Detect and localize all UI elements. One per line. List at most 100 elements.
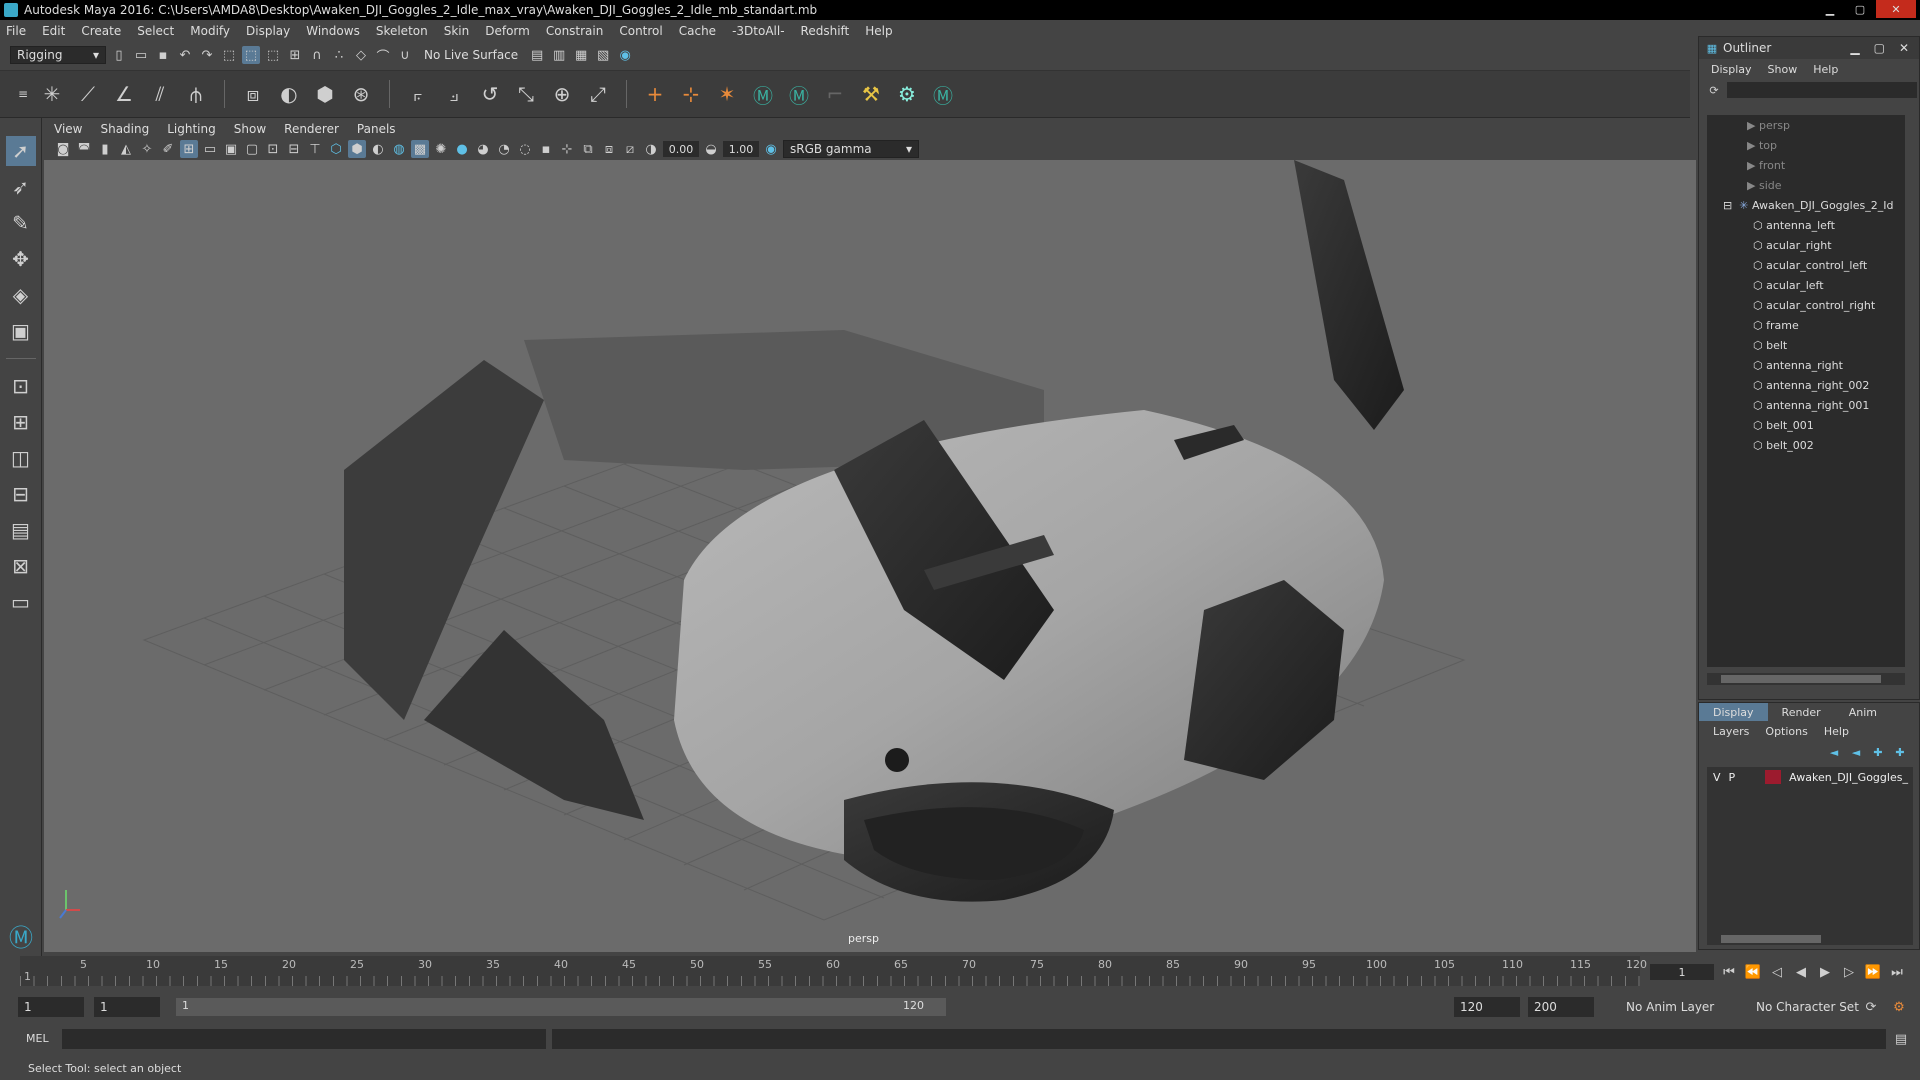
gamma-field[interactable]: 1.00 (723, 141, 759, 157)
undo-icon[interactable]: ↶ (176, 46, 194, 64)
script-editor-icon[interactable]: ▤ (1892, 1030, 1910, 1048)
grease-pencil-icon[interactable]: ✐ (159, 140, 177, 158)
maya-m-icon[interactable]: Ⓜ (749, 80, 777, 108)
two-d-pan-icon[interactable]: ✧ (138, 140, 156, 158)
move-layer-up-icon[interactable]: ◄ (1827, 743, 1841, 761)
gamma-icon[interactable]: ◒ (702, 140, 720, 158)
command-input[interactable] (62, 1029, 546, 1049)
panel-menu-renderer[interactable]: Renderer (284, 122, 339, 136)
mode-dropdown[interactable]: Rigging ▾ (10, 46, 106, 64)
paint-weights-icon[interactable]: ◐ (275, 80, 303, 108)
lasso-tool-icon[interactable]: ➶ (6, 172, 36, 202)
snap-plane-icon[interactable]: ◇ (352, 46, 370, 64)
outliner-layout-icon[interactable]: ⊟ (6, 479, 36, 509)
menu-cache[interactable]: Cache (679, 24, 716, 38)
safe-action-icon[interactable]: ⊟ (285, 140, 303, 158)
hypershade-icon[interactable]: ◉ (616, 46, 634, 64)
refresh-icon[interactable]: ⟳ (1707, 81, 1721, 99)
anim-layer-dropdown[interactable]: No Anim Layer (1620, 997, 1740, 1017)
play-forward-icon[interactable]: ▶ (1816, 963, 1834, 981)
current-frame-field[interactable]: 1 (1650, 964, 1714, 980)
color-management-icon[interactable]: ◉ (762, 140, 780, 158)
viewport-persp[interactable]: persp (44, 160, 1696, 952)
snap-point-icon[interactable]: ∴ (330, 46, 348, 64)
move-layer-down-icon[interactable]: ◄ (1849, 743, 1863, 761)
menu-modify[interactable]: Modify (190, 24, 230, 38)
outliner-item-mesh[interactable]: ⬡ antenna_right_001 (1707, 395, 1905, 415)
layer-color-swatch[interactable] (1765, 770, 1782, 784)
four-view-icon[interactable]: ⊞ (6, 407, 36, 437)
outliner-item-mesh[interactable]: ⬡ antenna_left (1707, 215, 1905, 235)
outliner-item-mesh[interactable]: ⬡ belt (1707, 335, 1905, 355)
camera-attr-icon[interactable]: ◚ (75, 140, 93, 158)
auto-key-icon[interactable]: ⟳ (1862, 998, 1880, 1016)
xray-icon[interactable]: ⊹ (558, 140, 576, 158)
shadows-icon[interactable]: ✺ (432, 140, 450, 158)
menu-control[interactable]: Control (619, 24, 662, 38)
layer-row[interactable]: V P Awaken_DJI_Goggles_ (1707, 767, 1913, 787)
lattice-icon[interactable]: ⬢ (311, 80, 339, 108)
safe-title-icon[interactable]: ⊤ (306, 140, 324, 158)
ik-spline-icon[interactable]: ∠ (110, 80, 138, 108)
parent-constraint-icon[interactable]: ⊕ (548, 80, 576, 108)
outliner-item-mesh[interactable]: ⬡ acular_left (1707, 275, 1905, 295)
maximize-icon[interactable]: ▢ (1846, 0, 1874, 18)
bookmark-icon[interactable]: ▮ (96, 140, 114, 158)
xray-active-icon[interactable]: ⧈ (600, 140, 618, 158)
make-live-icon[interactable]: ∪ (396, 46, 414, 64)
redo-icon[interactable]: ↷ (198, 46, 216, 64)
menu-deform[interactable]: Deform (485, 24, 530, 38)
outliner-item-camera[interactable]: ▶ persp (1707, 115, 1905, 135)
menu-skin[interactable]: Skin (444, 24, 470, 38)
cluster-icon[interactable]: ⊛ (347, 80, 375, 108)
menu-help[interactable]: Help (865, 24, 892, 38)
film-gate-icon[interactable]: ▭ (201, 140, 219, 158)
hik-icon[interactable]: ⊹ (677, 80, 705, 108)
outliner-item-mesh[interactable]: ⬡ antenna_right_002 (1707, 375, 1905, 395)
step-back-frame-icon[interactable]: ◁ (1768, 963, 1786, 981)
backface-icon[interactable]: ⧄ (621, 140, 639, 158)
time-slider[interactable]: 1 5 10 15 20 25 30 35 40 45 50 55 60 65 … (20, 956, 1647, 986)
select-object-icon[interactable]: ⬚ (242, 46, 260, 64)
field-chart-icon[interactable]: ⊡ (264, 140, 282, 158)
gate-mask-icon[interactable]: ▢ (243, 140, 261, 158)
smooth-shade-icon[interactable]: ⬢ (348, 140, 366, 158)
maya-m2-icon[interactable]: Ⓜ (785, 80, 813, 108)
outliner-item-mesh[interactable]: ⬡ frame (1707, 315, 1905, 335)
scale-tool-icon[interactable]: ▣ (6, 316, 36, 346)
outliner-item-mesh[interactable]: ⬡ acular_control_right (1707, 295, 1905, 315)
graph-layout-icon[interactable]: ▤ (6, 515, 36, 545)
locator-icon[interactable]: + (641, 80, 669, 108)
go-to-end-icon[interactable]: ⏭ (1888, 963, 1906, 981)
outliner-item-group[interactable]: ⊟ ✳ Awaken_DJI_Goggles_2_Id (1707, 195, 1905, 215)
outliner-item-mesh[interactable]: ⬡ acular_control_left (1707, 255, 1905, 275)
menu-display[interactable]: Display (246, 24, 290, 38)
mirror-joint-icon[interactable]: ⫛ (182, 80, 210, 108)
panel-menu-shading[interactable]: Shading (100, 122, 149, 136)
snap-surface-icon[interactable]: ⌒ (374, 46, 392, 65)
paint-select-icon[interactable]: ✎ (6, 208, 36, 238)
menu-skeleton[interactable]: Skeleton (376, 24, 428, 38)
snap-curve-icon[interactable]: ∩ (308, 46, 326, 64)
exposure-field[interactable]: 0.00 (663, 141, 699, 157)
orient-constraint-icon[interactable]: ↺ (476, 80, 504, 108)
step-forward-frame-icon[interactable]: ▷ (1840, 963, 1858, 981)
scrollbar-thumb[interactable] (1721, 935, 1821, 943)
outliner-menu-show[interactable]: Show (1768, 63, 1798, 76)
grid-icon[interactable]: ⊞ (180, 140, 198, 158)
menu-windows[interactable]: Windows (306, 24, 360, 38)
panel-menu-show[interactable]: Show (234, 122, 266, 136)
menu-3dtoall[interactable]: -3DtoAll- (732, 24, 784, 38)
outliner-item-mesh[interactable]: ⬡ belt_002 (1707, 435, 1905, 455)
render-settings-icon[interactable]: ▤ (528, 46, 546, 64)
image-plane-icon[interactable]: ◭ (117, 140, 135, 158)
ipr-render-icon[interactable]: ▦ (572, 46, 590, 64)
select-tool-icon[interactable]: ➚ (5, 136, 36, 166)
tab-render[interactable]: Render (1768, 703, 1835, 721)
new-scene-icon[interactable]: ▯ (110, 46, 128, 64)
color-space-dropdown[interactable]: sRGB gamma ▾ (783, 140, 919, 158)
outliner-item-mesh[interactable]: ⬡ belt_001 (1707, 415, 1905, 435)
save-scene-icon[interactable]: ▪ (154, 46, 172, 64)
close-icon[interactable]: ✕ (1876, 0, 1916, 18)
layer-h-scrollbar[interactable] (1707, 933, 1913, 945)
